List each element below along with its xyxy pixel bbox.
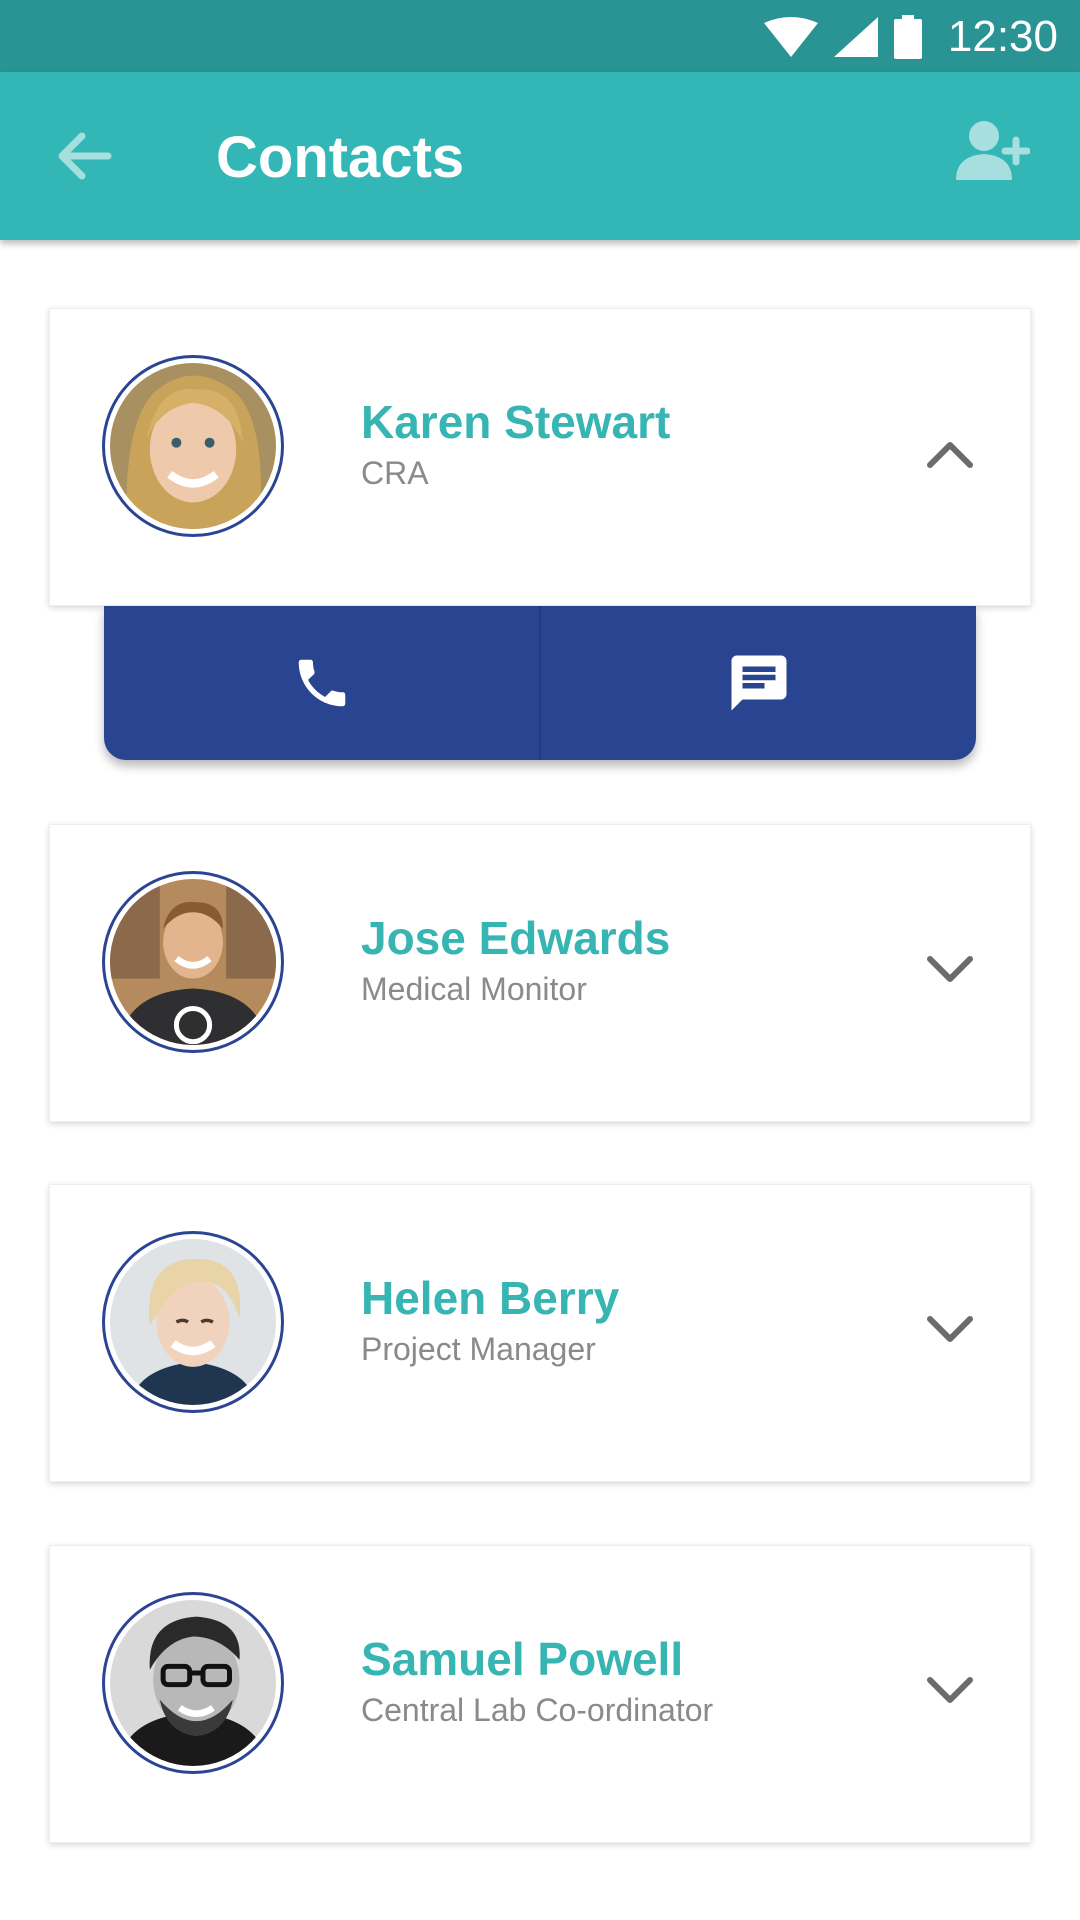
arrow-back-icon <box>58 132 112 180</box>
phone-icon <box>298 659 345 707</box>
contact-card[interactable]: Samuel Powell Central Lab Co-ordinator <box>49 1545 1031 1843</box>
add-person-icon <box>956 121 1031 180</box>
contact-actions-panel <box>104 606 976 760</box>
expand-button[interactable] <box>922 949 978 989</box>
avatar-photo <box>110 1239 276 1405</box>
page-title: Contacts <box>216 125 465 190</box>
status-bar: 12:30 <box>0 0 1080 72</box>
status-icons: 12:30 <box>763 12 1058 62</box>
contact-card[interactable]: Karen Stewart CRA <box>49 308 1031 606</box>
status-time: 12:30 <box>947 12 1058 61</box>
contact-role: CRA <box>361 455 429 491</box>
back-button[interactable] <box>50 122 118 190</box>
call-button[interactable] <box>104 606 539 760</box>
chevron-up-icon <box>927 442 973 468</box>
avatar <box>102 871 284 1053</box>
message-button[interactable] <box>539 606 976 760</box>
add-contact-button[interactable] <box>956 118 1031 188</box>
contact-name: Karen Stewart <box>361 396 671 448</box>
expand-button[interactable] <box>922 1309 978 1349</box>
app-bar: Contacts <box>0 72 1080 240</box>
avatar <box>102 355 284 537</box>
avatar-photo <box>110 1600 276 1766</box>
contact-card[interactable]: Jose Edwards Medical Monitor <box>49 824 1031 1122</box>
contact-name: Samuel Powell <box>361 1633 684 1685</box>
contact-role: Central Lab Co-ordinator <box>361 1692 714 1728</box>
contact-name: Jose Edwards <box>361 912 671 964</box>
wifi-icon <box>763 17 818 57</box>
message-icon <box>731 655 786 711</box>
avatar-photo <box>110 879 276 1045</box>
avatar <box>102 1592 284 1774</box>
chevron-down-icon <box>927 1316 973 1342</box>
avatar <box>102 1231 284 1413</box>
contact-card[interactable]: Helen Berry Project Manager <box>49 1184 1031 1482</box>
contact-role: Project Manager <box>361 1331 596 1367</box>
collapse-button[interactable] <box>922 433 978 473</box>
avatar-photo <box>110 363 276 529</box>
expand-button[interactable] <box>922 1670 978 1710</box>
signal-icon <box>833 17 878 57</box>
chevron-down-icon <box>927 1677 973 1703</box>
chevron-down-icon <box>927 956 973 982</box>
contact-name: Helen Berry <box>361 1272 620 1324</box>
contact-role: Medical Monitor <box>361 971 587 1007</box>
battery-icon <box>893 15 922 59</box>
